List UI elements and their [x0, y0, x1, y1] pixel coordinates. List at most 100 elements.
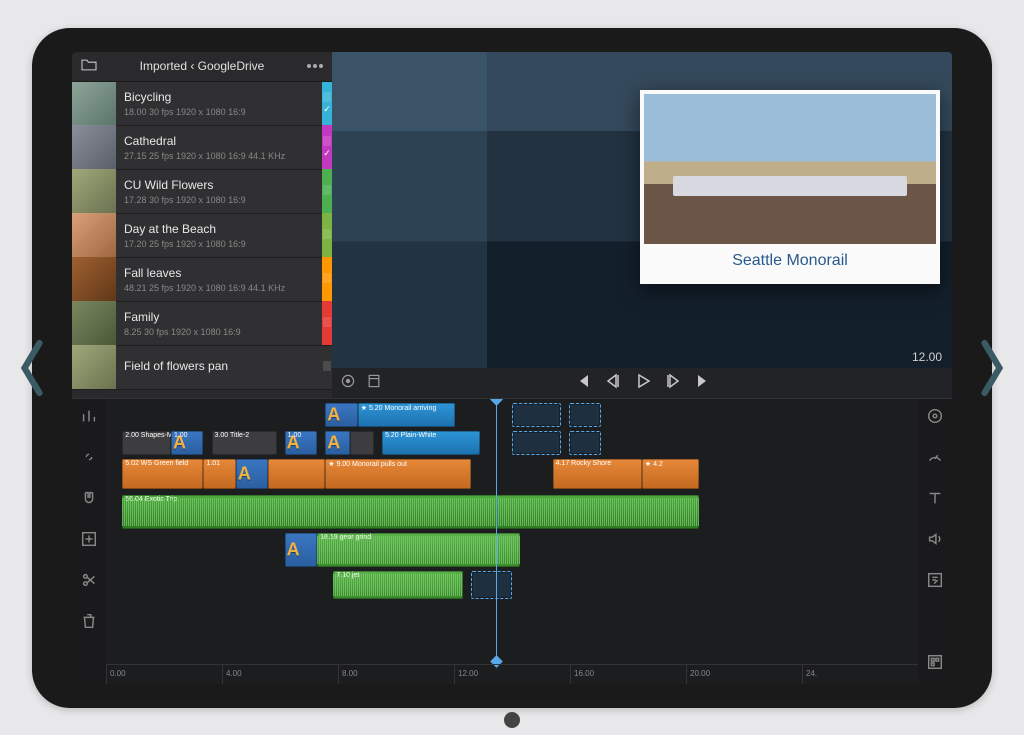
clip-info: Family 8.25 30 fps 1920 x 1080 16:9 — [116, 306, 322, 341]
step-forward-button[interactable] — [665, 373, 681, 394]
tool-rail-left — [72, 399, 106, 683]
clip-meta: 17.28 30 fps 1920 x 1080 16:9 — [124, 195, 314, 205]
timeline-clip[interactable]: 3.00 Title-2 — [212, 431, 277, 455]
timeline-clip[interactable] — [325, 431, 349, 455]
clip-thumbnail — [72, 125, 116, 169]
go-end-button[interactable] — [695, 373, 711, 394]
clip-color-tag[interactable] — [322, 257, 332, 301]
clip-color-tag[interactable] — [322, 301, 332, 345]
levels-icon[interactable] — [80, 407, 98, 430]
timeline-clip[interactable] — [471, 571, 512, 599]
clip-color-tag[interactable]: ✓ — [322, 82, 332, 126]
timeline-clip[interactable]: 18.19 gear grind — [317, 533, 520, 567]
tool-rail-right — [918, 399, 952, 683]
timeline-clip[interactable] — [285, 533, 317, 567]
preview-viewport[interactable]: Seattle Monorail 12.00 — [332, 52, 952, 369]
clip-info: Fall leaves48.21 25 fps 1920 x 1080 16:9… — [116, 262, 322, 297]
magnet-icon[interactable] — [80, 489, 98, 512]
timeline-clip[interactable] — [512, 431, 561, 455]
timeline-clip[interactable]: 5.02 WS Green field — [122, 459, 203, 489]
transport-bar — [332, 368, 952, 398]
speaker-icon[interactable] — [926, 530, 944, 553]
timeline-clip[interactable]: 7.10 jet — [333, 571, 463, 599]
disk-icon[interactable] — [926, 407, 944, 430]
library-clip-row[interactable]: CU Wild Flowers17.28 30 fps 1920 x 1080 … — [72, 170, 332, 214]
library-header: Imported ‹ GoogleDrive — [72, 52, 332, 82]
clip-color-tag[interactable] — [322, 345, 332, 389]
timeline-clip[interactable]: 1.01 — [203, 459, 235, 489]
playhead[interactable] — [496, 399, 497, 661]
clip-color-tag[interactable] — [322, 213, 332, 257]
carousel-next-arrow[interactable] — [976, 338, 1008, 398]
clip-meta: 8.25 30 fps 1920 x 1080 16:9 — [124, 327, 314, 337]
timeline-clip[interactable] — [569, 403, 601, 427]
clip-name: Family — [124, 310, 314, 324]
library-clip-row[interactable]: Cathedral27.15 25 fps 1920 x 1080 16:9 4… — [72, 126, 332, 170]
library-clip-row[interactable]: Bicycling18.00 30 fps 1920 x 1080 16:9✓ — [72, 82, 332, 126]
timeline-clip[interactable] — [512, 403, 561, 427]
timeline-clip[interactable] — [325, 403, 357, 427]
library-clip-row[interactable]: Day at the Beach17.20 25 fps 1920 x 1080… — [72, 214, 332, 258]
library-clip-row[interactable]: Family 8.25 30 fps 1920 x 1080 16:9 — [72, 302, 332, 346]
timeline-clip[interactable] — [350, 431, 374, 455]
preview-panel: Seattle Monorail 12.00 — [332, 52, 952, 399]
link-icon[interactable] — [80, 448, 98, 471]
clip-thumbnail — [72, 301, 116, 345]
home-button[interactable] — [504, 712, 520, 728]
trash-icon[interactable] — [80, 612, 98, 635]
more-icon[interactable] — [306, 64, 324, 68]
breadcrumb[interactable]: Imported ‹ GoogleDrive — [106, 59, 298, 73]
play-button[interactable] — [635, 373, 651, 394]
timeline-track[interactable]: 56.04 Exotic Trip — [106, 495, 918, 529]
timeline-clip[interactable] — [236, 459, 268, 489]
timeline-clip[interactable] — [569, 431, 601, 455]
fx-icon[interactable] — [926, 571, 944, 594]
step-back-button[interactable] — [605, 373, 621, 394]
timeline-clip[interactable] — [268, 459, 325, 489]
clip-thumbnail — [72, 82, 116, 126]
clip-name: Bicycling — [124, 90, 314, 104]
timeline-track[interactable]: 2.00 Shapes-M1.003.00 Title-21.005.20 Pl… — [106, 431, 918, 455]
clip-info: Day at the Beach17.20 25 fps 1920 x 1080… — [116, 218, 322, 253]
timeline-track[interactable]: 5.02 WS Green field1.01 ★ 9.00 Monorail p… — [106, 459, 918, 489]
overlay-image — [644, 94, 936, 244]
timeline-clip[interactable]: ★ 4.2 — [642, 459, 699, 489]
timeline-clip[interactable]: 2.00 Shapes-M — [122, 431, 171, 455]
ruler-tick: 8.00 — [338, 665, 454, 684]
library-clip-row[interactable]: Fall leaves48.21 25 fps 1920 x 1080 16:9… — [72, 258, 332, 302]
ruler-tick: 16.00 — [570, 665, 686, 684]
carousel-prev-arrow[interactable] — [16, 338, 48, 398]
export-icon[interactable] — [926, 653, 944, 676]
time-ruler[interactable]: 0.004.008.0012.0016.0020.0024. — [106, 664, 918, 684]
tablet-frame: Imported ‹ GoogleDrive Bicycling18.00 30… — [32, 28, 992, 708]
library-clip-row[interactable]: Field of flowers pan — [72, 346, 332, 390]
scissors-icon[interactable] — [80, 571, 98, 594]
clip-meta: 17.20 25 fps 1920 x 1080 16:9 — [124, 239, 314, 249]
timeline[interactable]: ★ 5.20 Monorail arriving2.00 Shapes-M1.0… — [106, 399, 918, 683]
timeline-track[interactable]: 7.10 jet — [106, 571, 918, 599]
text-icon[interactable] — [926, 489, 944, 512]
clip-info: Bicycling18.00 30 fps 1920 x 1080 16:9 — [116, 86, 322, 121]
timeline-track[interactable]: ★ 5.20 Monorail arriving — [106, 403, 918, 427]
library-list[interactable]: Bicycling18.00 30 fps 1920 x 1080 16:9✓C… — [72, 82, 332, 399]
clip-color-tag[interactable]: ✓ — [322, 125, 332, 169]
folder-icon[interactable] — [80, 58, 98, 75]
timeline-clip[interactable]: ★ 5.20 Monorail arriving — [358, 403, 455, 427]
clip-name: Cathedral — [124, 134, 314, 148]
add-icon[interactable] — [80, 530, 98, 553]
clip-thumbnail — [72, 257, 116, 301]
marker-icon[interactable] — [366, 373, 382, 394]
timeline-clip[interactable]: 56.04 Exotic Trip — [122, 495, 699, 529]
settings-icon[interactable] — [340, 373, 356, 394]
timeline-track[interactable]: 18.19 gear grind — [106, 533, 918, 567]
clip-color-tag[interactable] — [322, 169, 332, 213]
timeline-clip[interactable]: 1.00 — [171, 431, 203, 455]
speedometer-icon[interactable] — [926, 448, 944, 471]
clip-thumbnail — [72, 169, 116, 213]
timeline-clip[interactable]: ★ 9.00 Monorail pulls out — [325, 459, 471, 489]
overlay-caption: Seattle Monorail — [644, 244, 936, 280]
timeline-clip[interactable]: 4.17 Rocky Shore — [553, 459, 642, 489]
timeline-clip[interactable]: 5.20 Plain-White — [382, 431, 479, 455]
timeline-clip[interactable]: 1.00 — [285, 431, 317, 455]
go-start-button[interactable] — [575, 373, 591, 394]
